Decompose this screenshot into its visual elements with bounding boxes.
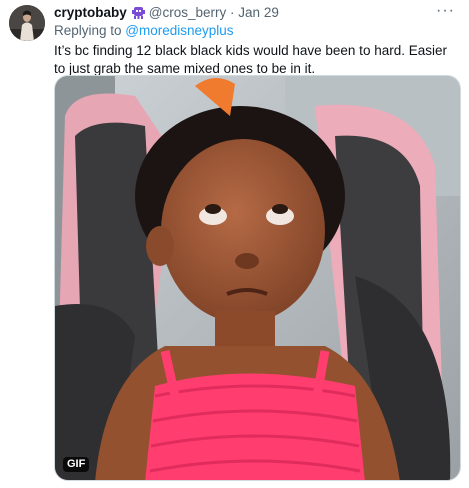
gif-thumbnail (55, 76, 460, 480)
avatar-image (9, 5, 45, 41)
alien-monster-icon (131, 5, 146, 20)
tweet-date[interactable]: Jan 29 (238, 5, 279, 20)
tweet-text: It’s bc finding 12 black black kids woul… (54, 43, 447, 76)
replying-handle-link[interactable]: @moredisneyplus (125, 23, 233, 38)
replying-prefix: Replying to (54, 23, 126, 38)
display-name[interactable]: cryptobaby (54, 5, 127, 20)
more-options-icon[interactable]: ··· (436, 2, 455, 20)
user-handle[interactable]: @cros_berry (149, 5, 226, 20)
gif-label: GIF (63, 457, 90, 472)
separator-dot: · (230, 5, 235, 20)
tweet[interactable]: cryptobaby @cros_berry · Jan 29 ··· Reply… (0, 0, 469, 488)
tweet-media-gif[interactable]: GIF (54, 75, 461, 481)
replying-to: Replying to @moredisneyplus (54, 22, 234, 40)
tweet-header: cryptobaby @cros_berry · Jan 29 (54, 4, 439, 22)
avatar[interactable] (9, 5, 45, 41)
